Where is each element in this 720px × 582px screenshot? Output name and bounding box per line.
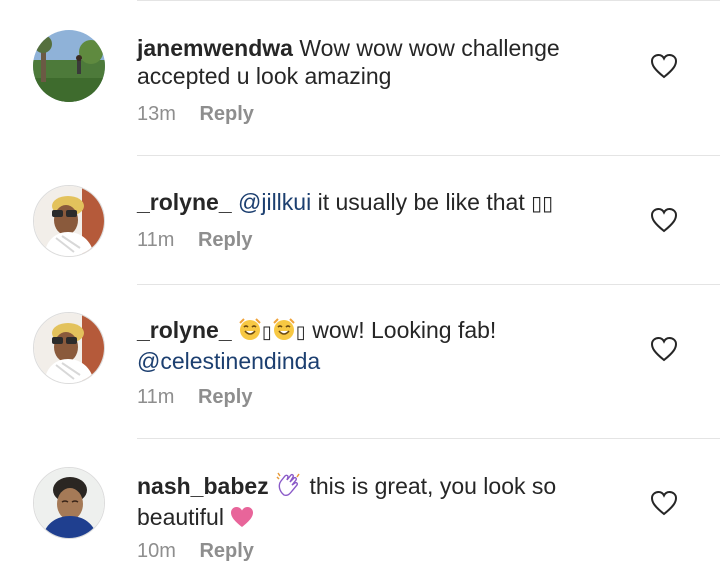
comment-meta: 11m Reply bbox=[137, 229, 252, 252]
comment-text: it usually be like that bbox=[317, 189, 525, 215]
comment-text-line-2: accepted u look amazing bbox=[137, 63, 392, 89]
smiling-face-icon bbox=[238, 317, 262, 347]
unrendered-emoji-glyph: ▯ bbox=[262, 322, 272, 342]
reply-button[interactable]: Reply bbox=[199, 103, 253, 125]
comment-body: janemwendwa Wow wow wow challenge accept… bbox=[137, 34, 647, 90]
avatar[interactable] bbox=[33, 185, 105, 257]
comment-divider bbox=[137, 155, 720, 156]
comment-username[interactable]: _rolyne_ bbox=[137, 189, 232, 215]
like-heart-icon[interactable] bbox=[650, 53, 678, 79]
unrendered-emoji-glyphs: ▯▯ bbox=[531, 193, 554, 215]
mention-link[interactable]: @jillkui bbox=[238, 189, 311, 215]
comment-body: _rolyne_ @jillkui it usually be like tha… bbox=[137, 188, 647, 218]
comment-timestamp: 10m bbox=[137, 540, 176, 562]
reply-button[interactable]: Reply bbox=[199, 540, 253, 562]
comment-timestamp: 11m bbox=[137, 386, 175, 408]
comment-body: _rolyne_ ▯ ▯ wow! Looking fab! @celestin… bbox=[137, 316, 647, 375]
like-heart-icon[interactable] bbox=[650, 490, 678, 516]
top-divider bbox=[137, 0, 720, 1]
comment-meta: 10m Reply bbox=[137, 540, 254, 563]
mention-link[interactable]: @celestinendinda bbox=[137, 348, 320, 374]
reply-button[interactable]: Reply bbox=[198, 386, 252, 408]
comment-body: nash_babez this is great, you look so be… bbox=[137, 471, 647, 534]
pink-heart-icon bbox=[230, 506, 254, 534]
comment-divider bbox=[137, 438, 720, 439]
avatar[interactable] bbox=[33, 30, 105, 102]
comment-text-line-2: beautiful bbox=[137, 504, 224, 530]
comment-username[interactable]: janemwendwa bbox=[137, 35, 293, 61]
comment-username[interactable]: nash_babez bbox=[137, 473, 269, 499]
unrendered-emoji-glyph: ▯ bbox=[295, 322, 306, 342]
comment-timestamp: 13m bbox=[137, 103, 176, 125]
avatar[interactable] bbox=[33, 467, 105, 539]
reply-button[interactable]: Reply bbox=[198, 229, 252, 251]
comment-timestamp: 11m bbox=[137, 229, 175, 251]
smiling-face-icon bbox=[272, 317, 296, 347]
comment-text-line-1: Wow wow wow challenge bbox=[299, 35, 560, 61]
comment-meta: 11m Reply bbox=[137, 386, 252, 409]
comment-username[interactable]: _rolyne_ bbox=[137, 317, 232, 343]
clapping-hands-icon bbox=[275, 471, 303, 503]
comment-meta: 13m Reply bbox=[137, 103, 254, 126]
comment-text-line-1: this is great, you look so bbox=[309, 473, 557, 499]
comment-divider bbox=[137, 284, 720, 285]
comment-text: wow! Looking fab! bbox=[312, 317, 497, 343]
like-heart-icon[interactable] bbox=[650, 336, 678, 362]
avatar[interactable] bbox=[33, 312, 105, 384]
like-heart-icon[interactable] bbox=[650, 207, 678, 233]
